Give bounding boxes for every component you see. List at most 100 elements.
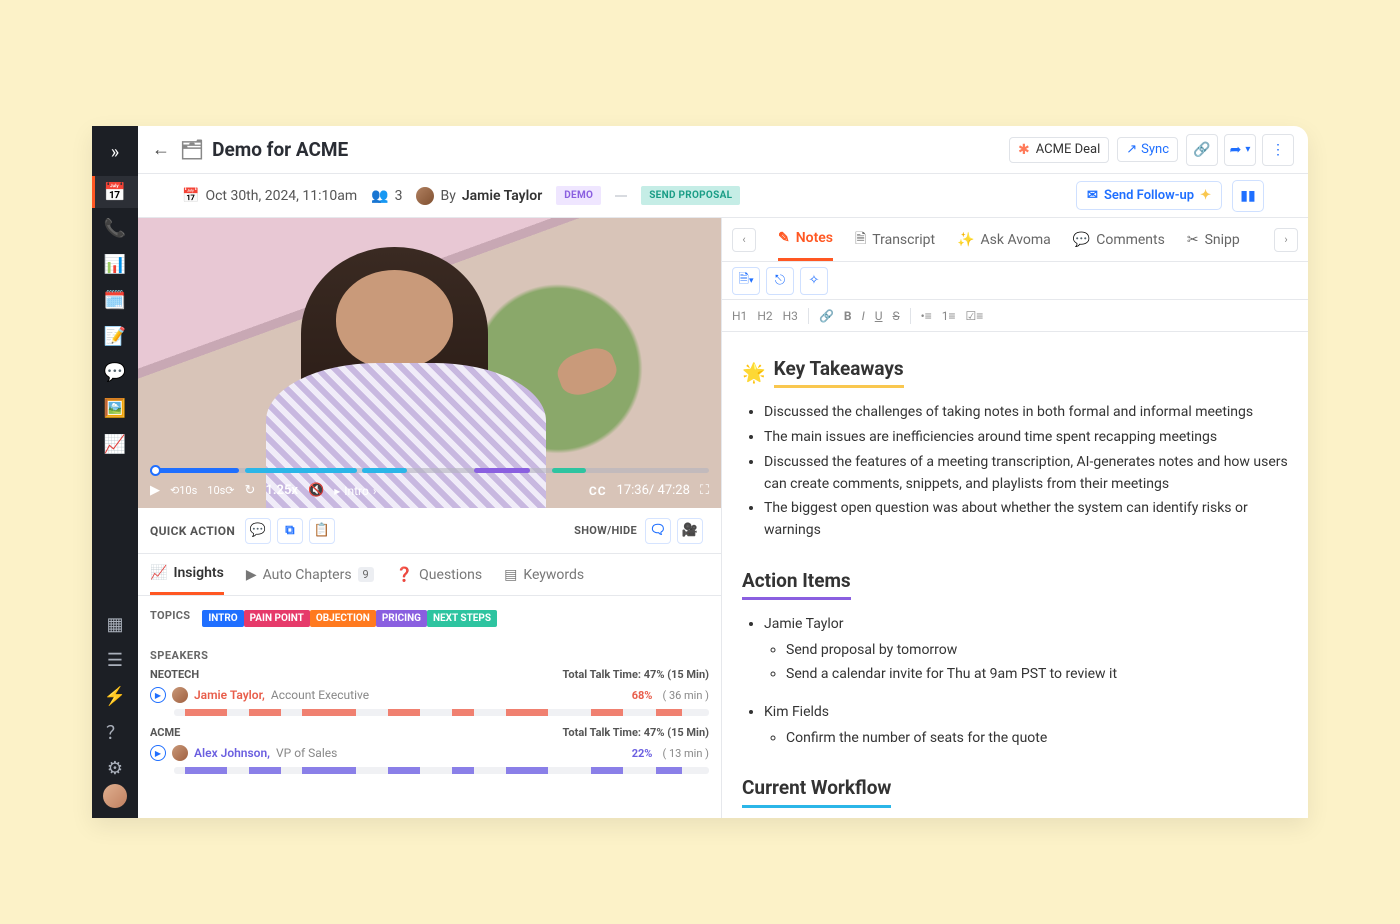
fmt-bold[interactable]: B [844, 309, 852, 323]
nav-rail: » 📅 📞 📊 🗓️ 📝 💬 🖼️ 📈 ▦ ☰ ⚡ ？ ⚙ [92, 126, 138, 818]
tab-keywords[interactable]: ▤Keywords [504, 554, 584, 595]
tab-comments[interactable]: 💬Comments [1073, 218, 1165, 261]
tab-auto-chapters[interactable]: ▶Auto Chapters9 [246, 554, 374, 595]
qa-comment-button[interactable]: 💬 [245, 518, 271, 544]
progress-bar[interactable] [150, 468, 709, 473]
speaker-avatar [172, 687, 188, 703]
nav-list[interactable]: ☰ [92, 644, 138, 676]
fmt-underline[interactable]: U [875, 309, 883, 323]
tag-demo[interactable]: DEMO [556, 186, 601, 205]
speaker-play-button[interactable]: ▶ [150, 745, 166, 761]
chapter-icon: ▸ [334, 484, 340, 498]
quick-action-bar: QUICK ACTION 💬 ⧉ 📋 SHOW/HIDE 🗨 🎥 [138, 508, 721, 554]
doc-icon: 🗎 [739, 270, 749, 292]
fmt-h2[interactable]: H2 [757, 309, 772, 323]
nav-activity[interactable]: 📊 [92, 248, 138, 280]
deal-link[interactable]: ✱ ACME Deal [1009, 137, 1109, 163]
topic-pricing[interactable]: PRICING [376, 610, 427, 627]
speaker-org: NEOTECH [150, 668, 199, 681]
share-button[interactable]: ➦▾ [1224, 134, 1256, 166]
star-icon: 🌟 [742, 358, 766, 387]
speaker-name: Jamie Taylor, [194, 688, 265, 702]
qa-clipboard-button[interactable]: 📋 [309, 518, 335, 544]
qa-transcript-toggle[interactable]: 🗨 [645, 518, 671, 544]
nav-calls[interactable]: 📞 [92, 212, 138, 244]
tab-ask-avoma[interactable]: ✨Ask Avoma [957, 218, 1051, 261]
fmt-link[interactable]: 🔗 [819, 309, 834, 323]
topic-pain-point[interactable]: PAIN POINT [244, 610, 310, 627]
cc-toggle[interactable]: CC [589, 484, 607, 498]
video-player[interactable]: ▶ ⟲10s 10s⟳ ↻ 1.25x 🔇 ▸Intro› CC 17:36/ … [138, 218, 721, 508]
back-button[interactable]: ← [152, 139, 170, 160]
note-template-button[interactable]: 🗎▾ [732, 267, 760, 295]
nav-analytics[interactable]: 📈 [92, 428, 138, 460]
nav-chat[interactable]: 💬 [92, 356, 138, 388]
nav-apps[interactable]: ▦ [92, 608, 138, 640]
speaker-timeline[interactable] [174, 709, 709, 716]
tab-snipp[interactable]: ✂Snipp [1187, 218, 1240, 261]
layout-toggle-button[interactable]: ▮▮ [1232, 180, 1264, 212]
mute-button[interactable]: 🔇 [308, 483, 324, 498]
question-icon: ❓ [396, 567, 413, 583]
play-button[interactable]: ▶ [150, 483, 160, 498]
rewind-10-button[interactable]: ⟲10s [170, 484, 197, 497]
tabs-prev[interactable]: ‹ [732, 228, 756, 252]
loop-button[interactable]: ↻ [245, 483, 256, 498]
copy-link-button[interactable]: 🔗 [1186, 134, 1218, 166]
fmt-h3[interactable]: H3 [783, 309, 798, 323]
playback-speed[interactable]: 1.25x [265, 483, 298, 498]
notes-editor[interactable]: 🌟 Key Takeaways Discussed the challenges… [722, 332, 1308, 818]
mail-icon: ✉ [1087, 188, 1098, 203]
nav-settings[interactable]: ⚙ [92, 752, 138, 784]
tab-insights[interactable]: 📈Insights [150, 554, 224, 595]
topic-objection[interactable]: OBJECTION [310, 610, 376, 627]
expand-sidebar-button[interactable]: » [92, 132, 138, 172]
chapters-icon: ▶ [246, 567, 257, 583]
nav-schedule[interactable]: 🗓️ [92, 284, 138, 316]
fullscreen-button[interactable]: ⛶ [700, 483, 709, 498]
chevron-right-icon: › [373, 484, 377, 498]
speaker-total: Total Talk Time: 47% (15 Min) [563, 668, 709, 681]
tag-send-proposal[interactable]: SEND PROPOSAL [641, 186, 740, 205]
fmt-h1[interactable]: H1 [732, 309, 747, 323]
forward-10-button[interactable]: 10s⟳ [207, 484, 234, 497]
fmt-italic[interactable]: I [862, 309, 865, 323]
tab-notes[interactable]: ✎Notes [778, 218, 833, 261]
schedule-icon: 🗓️ [104, 290, 126, 311]
note-magic-button[interactable]: ✧ [800, 267, 828, 295]
fmt-bullet-list[interactable]: •≡ [921, 309, 932, 323]
user-avatar[interactable] [103, 784, 127, 808]
nav-images[interactable]: 🖼️ [92, 392, 138, 424]
link-icon: 🔗 [1193, 142, 1210, 158]
action-items-list: Jamie TaylorSend proposal by tomorrowSen… [742, 614, 1288, 749]
nav-calendar[interactable]: 📅 [92, 176, 138, 208]
fmt-strike[interactable]: S [893, 309, 900, 323]
send-followup-button[interactable]: ✉ Send Follow-up ✦ [1076, 181, 1222, 210]
fmt-checklist[interactable]: ☑≡ [965, 309, 983, 323]
meta-bar: 📅Oct 30th, 2024, 11:10am 👥3 By Jamie Tay… [138, 174, 1308, 218]
comments-tab-icon: 💬 [1073, 232, 1090, 248]
nav-bolt[interactable]: ⚡ [92, 680, 138, 712]
speaker-duration: ( 13 min ) [662, 747, 709, 760]
tab-transcript[interactable]: 🗎Transcript [855, 218, 935, 261]
wand-icon: ✧ [809, 273, 820, 288]
nav-help[interactable]: ？ [92, 716, 138, 748]
topic-next-steps[interactable]: NEXT STEPS [427, 610, 497, 627]
speaker-play-button[interactable]: ▶ [150, 687, 166, 703]
speaker-name: Alex Johnson, [194, 746, 270, 760]
topic-intro[interactable]: INTRO [202, 610, 243, 627]
qa-crop-button[interactable]: ⧉ [277, 518, 303, 544]
nav-notes[interactable]: 📝 [92, 320, 138, 352]
tabs-next[interactable]: › [1274, 228, 1298, 252]
qa-video-toggle[interactable]: 🎥 [677, 518, 703, 544]
speaker-timeline[interactable] [174, 767, 709, 774]
speaker-role: VP of Sales [276, 746, 337, 760]
chapter-selector[interactable]: ▸Intro› [334, 484, 376, 498]
fmt-number-list[interactable]: 1≡ [942, 309, 956, 323]
note-ai-button[interactable]: ⎋ [766, 267, 794, 295]
playhead[interactable] [150, 465, 161, 476]
tab-questions[interactable]: ❓Questions [396, 554, 482, 595]
more-menu-button[interactable]: ⋮ [1262, 134, 1294, 166]
sync-button[interactable]: ↗ Sync [1117, 137, 1178, 162]
speaker-row: ▶Alex Johnson, VP of Sales22%( 13 min ) [150, 745, 709, 761]
